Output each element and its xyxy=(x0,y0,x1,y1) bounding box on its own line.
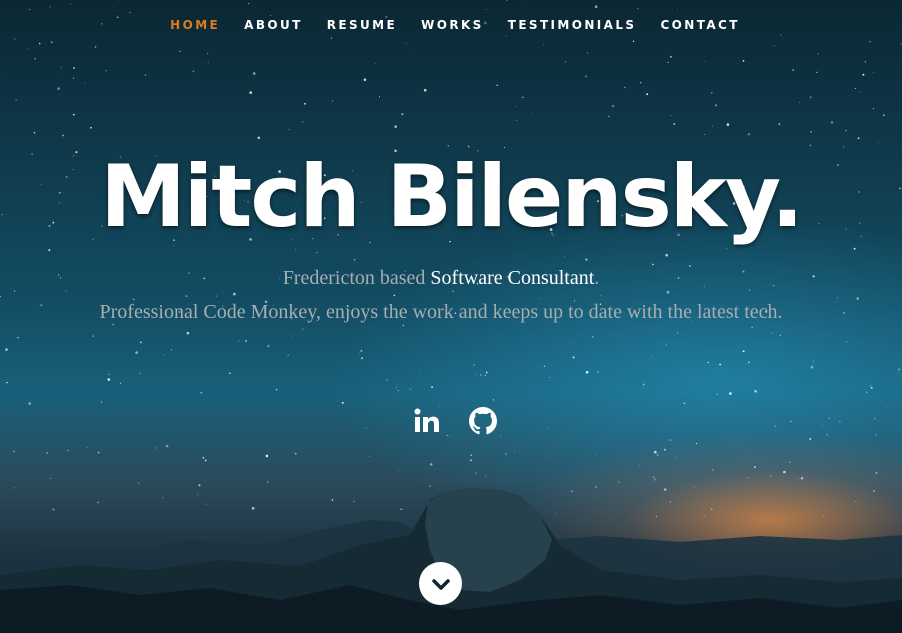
scroll-down-button[interactable] xyxy=(419,562,462,605)
intro-suffix: . xyxy=(594,267,600,289)
nav-item-works[interactable]: WORKS xyxy=(421,18,484,32)
nav-item-resume[interactable]: RESUME xyxy=(327,18,397,32)
nav-item-testimonials[interactable]: TESTIMONIALS xyxy=(508,18,637,32)
nav-item-about[interactable]: ABOUT xyxy=(244,18,303,32)
social-links xyxy=(0,406,902,436)
nav-item-contact[interactable]: CONTACT xyxy=(660,18,739,32)
linkedin-icon xyxy=(414,408,439,432)
linkedin-link[interactable] xyxy=(412,406,442,436)
github-icon xyxy=(469,407,497,435)
main-nav: HOME ABOUT RESUME WORKS TESTIMONIALS CON… xyxy=(0,0,902,50)
nav-item-home[interactable]: HOME xyxy=(170,18,220,32)
intro-prefix: Fredericton based xyxy=(282,267,431,289)
hero-intro: Fredericton based Software Consultant. Pr… xyxy=(90,261,792,329)
intro-highlight: Software Consultant xyxy=(430,267,595,289)
hero-title: Mitch Bilensky. xyxy=(100,147,804,247)
github-link[interactable] xyxy=(468,406,498,436)
chevron-down-icon xyxy=(431,578,450,590)
hero-section: HOME ABOUT RESUME WORKS TESTIMONIALS CON… xyxy=(0,0,902,633)
hero-description: Professional Code Monkey, enjoys the wor… xyxy=(99,301,783,323)
